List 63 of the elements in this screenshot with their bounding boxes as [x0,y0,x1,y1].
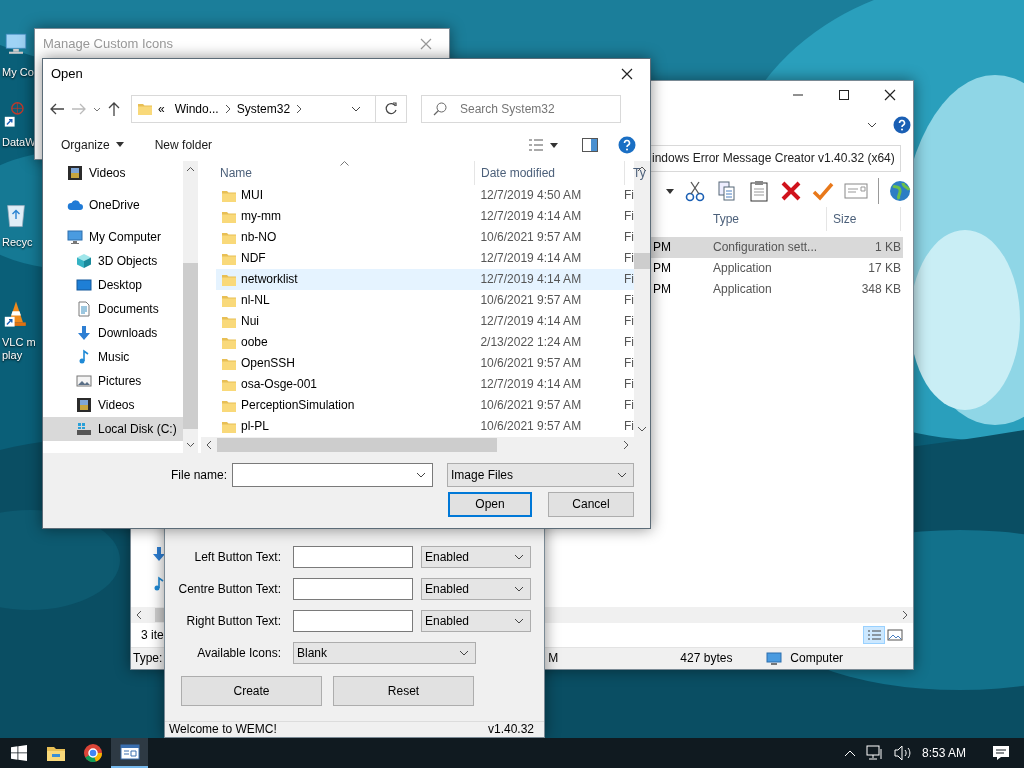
desktop-icon-label: Recyc [2,236,34,250]
file-date: 10/6/2021 9:57 AM [479,230,583,245]
file-type: Fi [624,335,634,350]
file-name: oobe [240,335,269,350]
file-date: 12/7/2019 4:14 AM [479,272,583,287]
status-text: Type: [133,651,163,666]
table-cell-text: 17 KB [867,261,901,276]
table-cell-text: PM [652,261,672,276]
file-date: 2/13/2022 1:24 AM [479,335,583,350]
file-type: Fi [624,209,634,224]
file-type: Fi [624,293,634,308]
window-title: Open [51,66,83,82]
desktop-icon-label: My Co [2,66,35,80]
file-name: nl-NL [240,293,271,308]
file-date: 12/7/2019 4:14 AM [479,377,583,392]
file-date: 12/7/2019 4:14 AM [479,251,583,266]
field-label: File name: [169,467,227,483]
file-type: Fi [624,377,634,392]
file-date: 10/6/2021 9:57 AM [479,293,583,308]
file-date: 10/6/2021 9:57 AM [479,419,583,434]
status-text: Welcome to WEMC! [169,722,277,737]
file-type: Fi [624,356,634,371]
file-name: OpenSSH [240,356,296,371]
file-date: 12/7/2019 4:14 AM [479,314,583,329]
version-text: v1.40.32 [487,722,534,737]
window-title: Manage Custom Icons [43,36,174,52]
file-type: Fi [624,398,634,413]
status-text: M [547,651,560,666]
file-date: 12/7/2019 4:50 AM [479,188,583,203]
file-type: Fi [624,188,634,203]
table-cell-text: 1 KB [874,240,901,255]
field-label: Right Button Text: [185,613,281,629]
table-cell-text: Configuration sett... [712,240,819,255]
table-cell-text: 348 KB [860,282,901,297]
file-type: Fi [624,419,634,434]
file-type: Fi [624,314,634,329]
field-label: Available Icons: [196,645,281,661]
field-label: Centre Button Text: [177,581,281,597]
file-type: Fi [624,251,634,266]
file-name: osa-Osge-001 [240,377,318,392]
item-count: 3 ite [141,627,164,643]
file-date: 12/7/2019 4:14 AM [479,209,583,224]
file-name: PerceptionSimulation [240,398,356,413]
file-name: MUI [240,188,264,203]
field-label: Left Button Text: [193,549,281,565]
file-date: 10/6/2021 9:57 AM [479,356,583,371]
status-text: 427 bytes [680,651,734,666]
table-cell-text: Application [712,282,773,297]
file-name: Nui [240,314,260,329]
table-cell-text: PM [652,240,672,255]
file-name: pl-PL [240,419,270,434]
table-cell-text: Application [712,261,773,276]
desktop-icon-label: DataW [2,136,37,150]
file-name: networklist [240,272,299,287]
file-name: NDF [240,251,267,266]
file-type: Fi [624,230,634,245]
desktop-icon-label: VLC m play [2,336,37,363]
status-text: Computer [790,651,844,666]
table-cell-text: PM [652,282,672,297]
file-date: 10/6/2021 9:57 AM [479,398,583,413]
file-name: my-mm [240,209,282,224]
file-type: Fi [624,272,634,287]
file-name: nb-NO [240,230,278,245]
